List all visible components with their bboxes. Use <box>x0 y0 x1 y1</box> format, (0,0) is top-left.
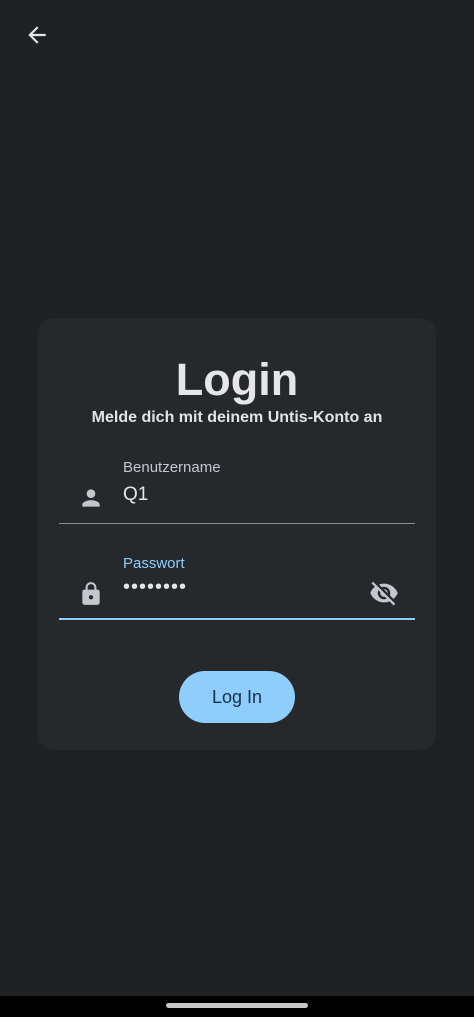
login-button[interactable]: Log In <box>179 671 295 723</box>
password-field[interactable]: Passwort •••••••• <box>59 548 415 620</box>
system-nav-bar <box>0 996 474 1017</box>
arrow-left-icon <box>28 26 46 44</box>
password-input[interactable]: •••••••• <box>123 576 187 599</box>
login-subtitle: Melde dich mit deinem Untis-Konto an <box>91 409 383 426</box>
back-button[interactable] <box>14 16 60 54</box>
password-label: Passwort <box>123 555 185 572</box>
username-field[interactable]: Benutzername Q1 <box>59 452 415 524</box>
lock-icon <box>77 580 105 608</box>
person-icon <box>77 484 105 512</box>
username-label: Benutzername <box>123 459 221 476</box>
username-input[interactable]: Q1 <box>123 484 148 506</box>
login-screen: Login Melde dich mit deinem Untis-Konto … <box>0 0 474 1017</box>
home-indicator[interactable] <box>166 1003 308 1008</box>
page-title: Login <box>175 354 299 405</box>
login-card: Login Melde dich mit deinem Untis-Konto … <box>38 318 436 750</box>
visibility-off-icon[interactable] <box>367 576 401 610</box>
